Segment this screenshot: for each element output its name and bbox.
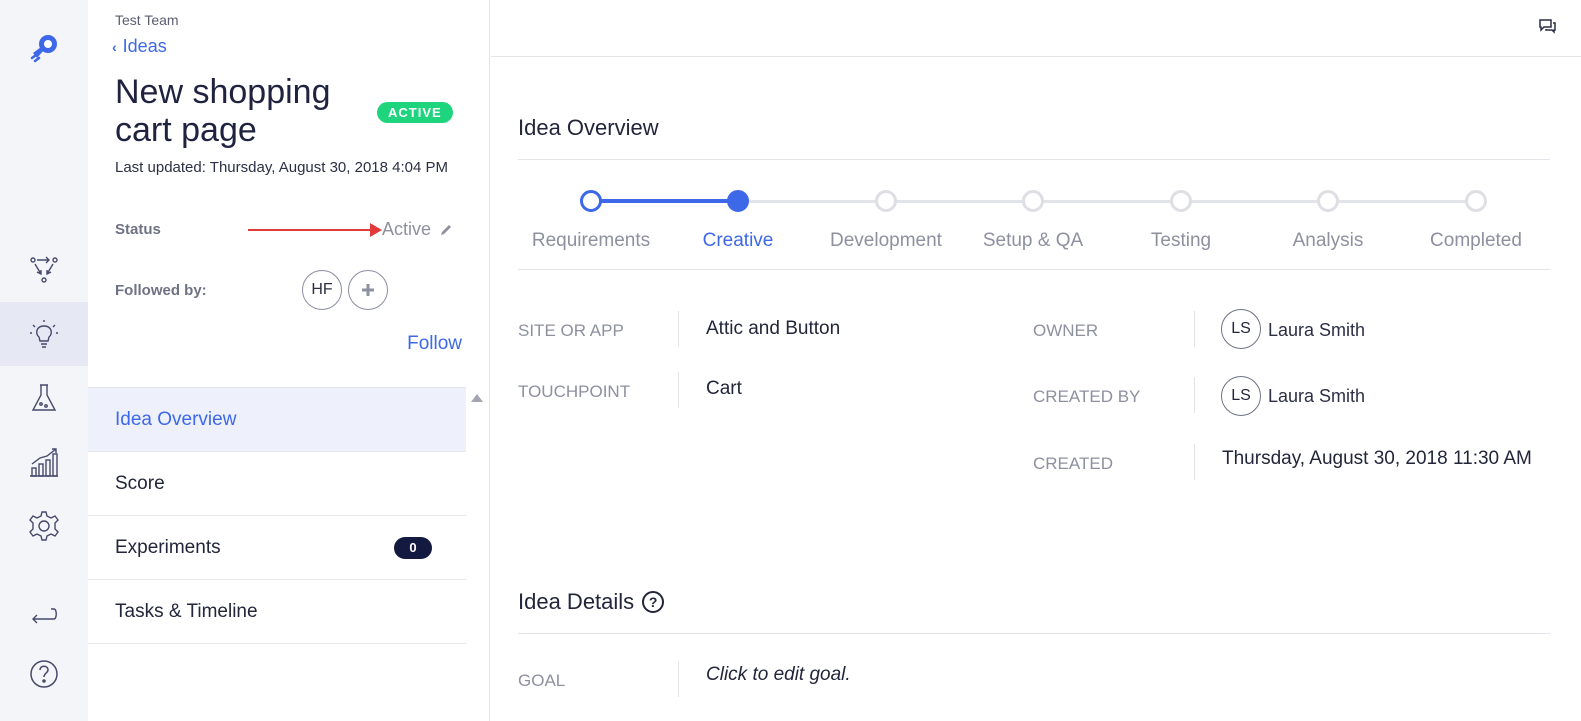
step-dot-setup-qa[interactable] xyxy=(1022,190,1044,212)
followed-by-label: Followed by: xyxy=(115,282,207,299)
pencil-icon[interactable] xyxy=(439,223,453,237)
back-link[interactable]: ‹ Ideas xyxy=(112,36,167,57)
plus-icon xyxy=(362,284,374,296)
status-badge: ACTIVE xyxy=(377,102,453,123)
nav-item-label: Score xyxy=(115,472,165,494)
touchpoint-label: TOUCHPOINT xyxy=(518,382,631,401)
last-updated: Last updated: Thursday, August 30, 2018 … xyxy=(115,159,449,176)
site-value[interactable]: Attic and Button xyxy=(706,318,840,340)
return-icon[interactable] xyxy=(0,585,88,645)
step-label-completed[interactable]: Completed xyxy=(1396,230,1556,252)
field-divider xyxy=(678,372,679,408)
owner-avatar: LS xyxy=(1221,309,1261,349)
touchpoint-value[interactable]: Cart xyxy=(706,378,742,400)
step-label-setup-qa[interactable]: Setup & QA xyxy=(953,230,1113,252)
nav-experiments[interactable]: Experiments 0 xyxy=(88,516,466,580)
goal-label: GOAL xyxy=(518,671,566,690)
step-label-requirements[interactable]: Requirements xyxy=(511,230,671,252)
lightbulb-icon[interactable] xyxy=(0,302,88,366)
stepper-progress xyxy=(591,199,738,203)
created-by-label: CREATED BY xyxy=(1033,387,1141,406)
step-dot-analysis[interactable] xyxy=(1317,190,1339,212)
annotation-arrow xyxy=(248,223,382,237)
step-label-testing[interactable]: Testing xyxy=(1101,230,1261,252)
step-dot-completed[interactable] xyxy=(1465,190,1487,212)
team-name: Test Team xyxy=(115,12,179,28)
nav-item-label: Idea Overview xyxy=(115,408,237,430)
comments-icon[interactable] xyxy=(1537,16,1557,36)
divider xyxy=(518,159,1550,160)
step-label-development[interactable]: Development xyxy=(806,230,966,252)
status-label: Status xyxy=(115,221,161,238)
field-divider xyxy=(1194,311,1195,347)
follower-avatar: HF xyxy=(302,270,342,310)
nav-item-label: Experiments xyxy=(115,536,221,558)
rocket-logo-icon[interactable] xyxy=(0,18,88,78)
created-by-avatar: LS xyxy=(1221,376,1261,416)
back-link-label: Ideas xyxy=(122,36,167,56)
add-follower-button[interactable] xyxy=(348,270,388,310)
step-label-creative[interactable]: Creative xyxy=(658,230,818,252)
gear-icon[interactable] xyxy=(0,496,88,556)
status-value: Active xyxy=(382,219,432,239)
field-divider xyxy=(1194,444,1195,480)
field-divider xyxy=(678,661,679,697)
experiments-count-badge: 0 xyxy=(394,536,432,559)
created-by-name: Laura Smith xyxy=(1268,386,1366,406)
site-label: SITE OR APP xyxy=(518,321,624,340)
scroll-up-arrow[interactable] xyxy=(471,394,483,402)
created-value: Thursday, August 30, 2018 11:30 AM xyxy=(1222,448,1532,469)
main-content: Idea Overview Requirements Creative Deve… xyxy=(491,0,1581,721)
field-divider xyxy=(1194,377,1195,413)
status-selector[interactable]: Active xyxy=(382,219,453,240)
flow-icon[interactable] xyxy=(0,239,88,299)
details-title: Idea Details? xyxy=(518,589,665,615)
step-label-analysis[interactable]: Analysis xyxy=(1248,230,1408,252)
step-dot-creative[interactable] xyxy=(727,190,749,212)
created-label: CREATED xyxy=(1033,454,1113,473)
nav-item-label: Tasks & Timeline xyxy=(115,600,258,622)
divider xyxy=(518,633,1550,634)
flask-icon[interactable] xyxy=(0,368,88,428)
owner-label: OWNER xyxy=(1033,321,1099,340)
icon-rail xyxy=(0,0,88,721)
owner-name[interactable]: Laura Smith xyxy=(1268,320,1365,341)
goal-edit-field[interactable]: Click to edit goal. xyxy=(706,664,851,686)
idea-sidebar: Test Team ‹ Ideas New shopping cart page… xyxy=(88,0,490,721)
idea-nav: Idea Overview Score Experiments 0 Tasks … xyxy=(88,387,466,644)
nav-score[interactable]: Score xyxy=(88,452,466,516)
help-icon[interactable] xyxy=(0,644,88,704)
divider xyxy=(518,269,1550,270)
chart-icon[interactable] xyxy=(0,433,88,493)
nav-idea-overview[interactable]: Idea Overview xyxy=(88,388,466,452)
page-title: New shopping cart page xyxy=(115,73,331,149)
field-divider xyxy=(678,311,679,347)
details-title-text: Idea Details xyxy=(518,589,635,614)
step-dot-requirements[interactable] xyxy=(580,190,602,212)
question-circle-icon[interactable]: ? xyxy=(642,591,665,613)
overview-title: Idea Overview xyxy=(518,115,659,140)
top-bar xyxy=(491,0,1581,57)
chevron-left-icon: ‹ xyxy=(112,38,117,55)
nav-tasks-timeline[interactable]: Tasks & Timeline xyxy=(88,580,466,644)
step-dot-testing[interactable] xyxy=(1170,190,1192,212)
step-dot-development[interactable] xyxy=(875,190,897,212)
follow-button[interactable]: Follow xyxy=(407,333,462,355)
